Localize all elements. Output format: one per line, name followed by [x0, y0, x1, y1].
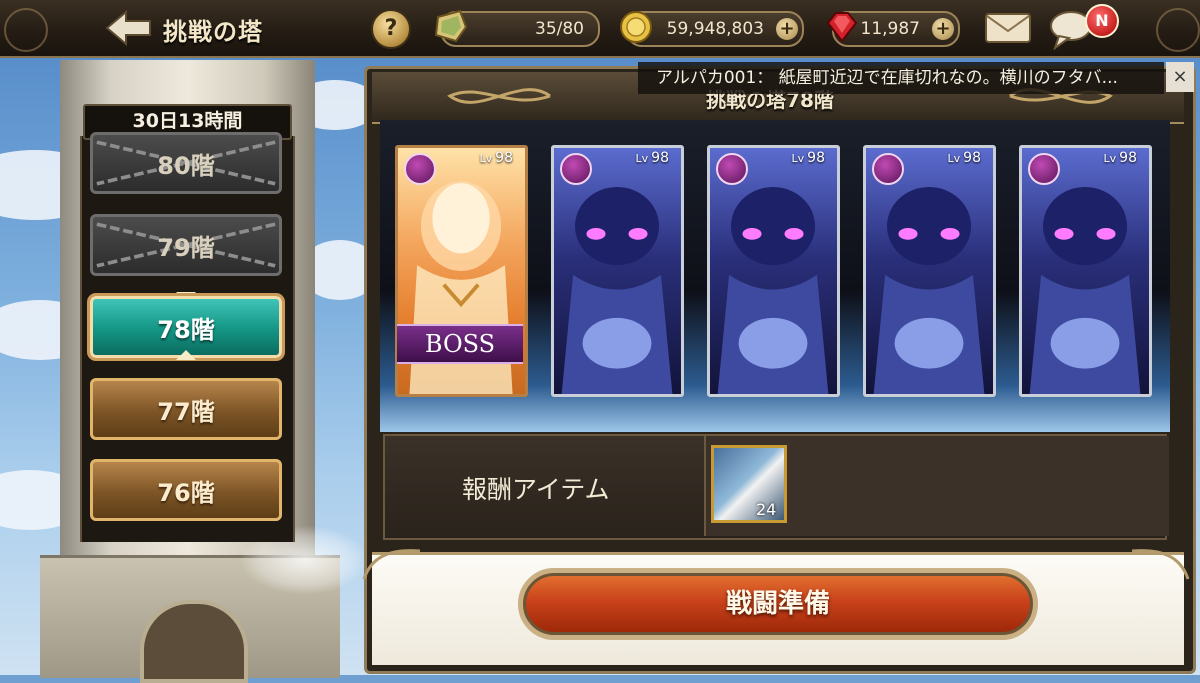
reward-item-count: 24	[756, 500, 777, 519]
header-ornament-left	[447, 88, 551, 104]
enemy-portrait	[873, 187, 985, 394]
floor-button-77[interactable]: 77階	[90, 378, 282, 440]
gold-coin-icon	[620, 11, 652, 43]
attack-swords-icon	[404, 153, 436, 185]
chat-close-button[interactable]: ×	[1166, 62, 1194, 92]
enemy-level: Lv 98	[947, 150, 981, 166]
gem-value: 11,987	[860, 19, 920, 39]
reward-label: 報酬アイテム	[462, 475, 610, 504]
gem-counter: 11,987 +	[826, 11, 960, 47]
attack-swords-icon	[716, 153, 748, 185]
enemy-card[interactable]: Lv 98	[863, 145, 996, 397]
enemy-portrait	[561, 187, 673, 394]
enemy-portrait	[717, 187, 829, 394]
enemy-portrait	[1029, 187, 1141, 394]
attack-swords-icon	[1028, 153, 1060, 185]
add-gold-button[interactable]: +	[776, 18, 798, 40]
enemy-card[interactable]: Lv 98	[707, 145, 840, 397]
enemy-level: Lv 98	[791, 150, 825, 166]
screen-title: 挑戦の塔	[163, 18, 263, 46]
floor-label: 79階	[157, 234, 215, 262]
enemy-card[interactable]: Lv 98	[1019, 145, 1152, 397]
floor-button-80[interactable]: 80階	[90, 132, 282, 194]
floor-button-76[interactable]: 76階	[90, 459, 282, 521]
corner-ornament	[4, 8, 48, 52]
bottom-ornament-left	[362, 549, 421, 580]
stamina-counter: 35/80	[434, 9, 600, 47]
floor-label: 77階	[157, 398, 215, 426]
selection-arrow-bottom	[176, 350, 196, 360]
notification-badge: N	[1085, 4, 1119, 38]
floor-label: 76階	[157, 479, 215, 507]
mail-icon	[985, 13, 1031, 43]
gold-counter: 59,948,803 +	[620, 11, 804, 47]
battle-prep-button[interactable]: 戦闘準備	[518, 568, 1038, 640]
red-gem-icon	[826, 12, 858, 43]
tower-door	[140, 600, 248, 683]
attack-swords-icon	[872, 153, 904, 185]
stamina-crystal-icon	[434, 9, 468, 43]
battle-prep-label: 戦闘準備	[725, 589, 830, 619]
add-gems-button[interactable]: +	[932, 18, 954, 40]
floor-button-78[interactable]: 78階	[90, 296, 282, 358]
back-arrow-icon	[105, 9, 151, 47]
floor-label: 78階	[157, 316, 215, 344]
help-button[interactable]: ?	[371, 9, 411, 49]
floor-label: 80階	[157, 152, 215, 180]
chat-ticker[interactable]: アルパカ001： 紙屋町近辺で在庫切れなの。横川のフタバ...	[638, 62, 1164, 94]
mail-button[interactable]	[984, 11, 1032, 45]
boss-label: BOSS	[397, 324, 523, 364]
enemy-level: Lv 98	[479, 150, 513, 166]
corner-ornament	[1156, 8, 1200, 52]
enemy-card[interactable]: Lv 98	[551, 145, 684, 397]
floor-button-79[interactable]: 79階	[90, 214, 282, 276]
bottom-ornament-right	[1131, 549, 1190, 580]
gold-value: 59,948,803	[666, 19, 764, 39]
attack-swords-icon	[560, 153, 592, 185]
enemy-level: Lv 98	[1103, 150, 1137, 166]
stamina-value: 35/80	[535, 19, 584, 39]
back-button[interactable]	[104, 8, 154, 48]
enemy-level: Lv 98	[635, 150, 669, 166]
